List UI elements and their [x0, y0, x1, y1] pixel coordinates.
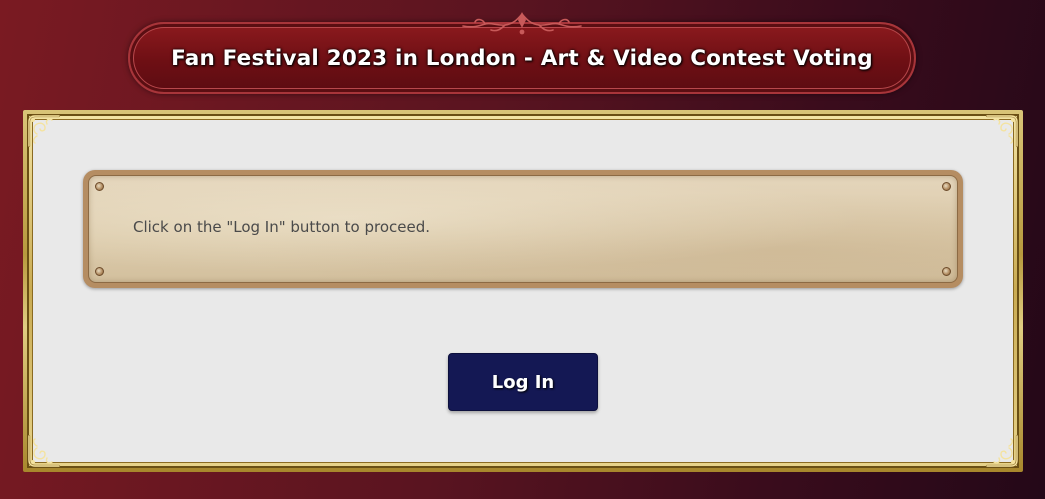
- page-title: Fan Festival 2023 in London - Art & Vide…: [171, 45, 873, 71]
- ornate-corner-icon: [27, 434, 61, 468]
- ornate-corner-icon: [27, 114, 61, 148]
- login-button[interactable]: Log In: [448, 353, 598, 411]
- login-button-label: Log In: [491, 371, 555, 393]
- rivet-icon: [95, 267, 104, 276]
- rivet-icon: [942, 267, 951, 276]
- ornate-corner-icon: [985, 114, 1019, 148]
- main-frame: [23, 110, 1023, 472]
- instruction-text: Click on the "Log In" button to proceed.: [133, 218, 431, 236]
- message-box: Click on the "Log In" button to proceed.: [83, 170, 963, 288]
- rivet-icon: [95, 182, 104, 191]
- message-parchment: Click on the "Log In" button to proceed.: [88, 175, 958, 283]
- ornate-corner-icon: [985, 434, 1019, 468]
- rivet-icon: [942, 182, 951, 191]
- scroll-ornament-icon: [462, 12, 582, 35]
